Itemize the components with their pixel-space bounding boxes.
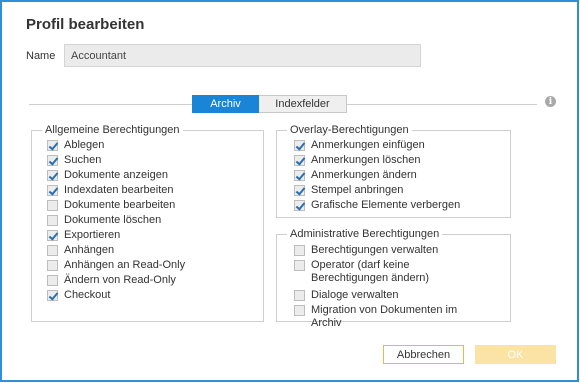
checkbox-row[interactable]: Ändern von Read-Only bbox=[47, 274, 257, 287]
tab-indexfelder[interactable]: Indexfelder bbox=[259, 95, 347, 113]
checkbox-unchecked[interactable] bbox=[47, 245, 58, 256]
name-label: Name bbox=[26, 50, 56, 62]
checkbox-checked[interactable] bbox=[47, 290, 58, 301]
cancel-button[interactable]: Abbrechen bbox=[383, 345, 464, 364]
checkbox-label: Dokumente anzeigen bbox=[64, 169, 168, 181]
checkbox-label: Dialoge verwalten bbox=[311, 289, 399, 301]
checkbox-row[interactable]: Berechtigungen verwalten bbox=[294, 244, 484, 257]
checkbox-label: Anhängen bbox=[64, 244, 115, 256]
name-input[interactable] bbox=[64, 44, 421, 67]
checkbox-row[interactable]: Dokumente löschen bbox=[47, 214, 257, 227]
checkbox-row[interactable]: Ablegen bbox=[47, 139, 257, 152]
checkbox-checked[interactable] bbox=[47, 185, 58, 196]
checkbox-checked[interactable] bbox=[47, 155, 58, 166]
checkbox-label: Grafische Elemente verbergen bbox=[311, 199, 461, 211]
checkbox-unchecked[interactable] bbox=[47, 275, 58, 286]
checkbox-checked[interactable] bbox=[47, 140, 58, 151]
checkbox-label: Anhängen an Read-Only bbox=[64, 259, 186, 271]
checkbox-label: Indexdaten bearbeiten bbox=[64, 184, 174, 196]
checkbox-row[interactable]: Anmerkungen einfügen bbox=[294, 139, 504, 152]
tab-archiv[interactable]: Archiv bbox=[192, 95, 259, 113]
checkbox-label: Checkout bbox=[64, 289, 111, 301]
checkbox-unchecked[interactable] bbox=[294, 305, 305, 316]
checkbox-checked[interactable] bbox=[294, 140, 305, 151]
checkbox-label: Anmerkungen ändern bbox=[311, 169, 417, 181]
ok-button[interactable]: OK bbox=[475, 345, 556, 364]
tab-bar: Archiv Indexfelder bbox=[192, 95, 347, 113]
checkbox-row[interactable]: Stempel anbringen bbox=[294, 184, 504, 197]
overlay-permissions-title: Overlay-Berechtigungen bbox=[287, 124, 412, 136]
checkbox-row[interactable]: Anhängen bbox=[47, 244, 257, 257]
checkbox-label: Anmerkungen löschen bbox=[311, 154, 421, 166]
checkbox-label: Exportieren bbox=[64, 229, 121, 241]
checkbox-checked[interactable] bbox=[294, 170, 305, 181]
checkbox-unchecked[interactable] bbox=[47, 215, 58, 226]
checkbox-row[interactable]: Anmerkungen ändern bbox=[294, 169, 504, 182]
checkbox-row[interactable]: Suchen bbox=[47, 154, 257, 167]
dialog-title: Profil bearbeiten bbox=[26, 16, 145, 33]
checkbox-label: Ändern von Read-Only bbox=[64, 274, 176, 286]
checkbox-row[interactable]: Anhängen an Read-Only bbox=[47, 259, 257, 272]
checkbox-checked[interactable] bbox=[47, 170, 58, 181]
checkbox-row[interactable]: Exportieren bbox=[47, 229, 257, 242]
checkbox-row[interactable]: Operator (darf keine Berechtigungen ände… bbox=[294, 259, 484, 285]
checkbox-checked[interactable] bbox=[294, 155, 305, 166]
checkbox-label: Ablegen bbox=[64, 139, 105, 151]
checkbox-label: Suchen bbox=[64, 154, 102, 166]
checkbox-label: Migration von Dokumenten im Archiv bbox=[311, 304, 458, 329]
checkbox-row[interactable]: Dokumente bearbeiten bbox=[47, 199, 257, 212]
checkbox-label: Dokumente bearbeiten bbox=[64, 199, 176, 211]
admin-permissions-title: Administrative Berechtigungen bbox=[287, 228, 443, 240]
checkbox-checked[interactable] bbox=[294, 185, 305, 196]
checkbox-row[interactable]: Migration von Dokumenten im Archiv bbox=[294, 304, 484, 330]
checkbox-label: Anmerkungen einfügen bbox=[311, 139, 425, 151]
checkbox-unchecked[interactable] bbox=[47, 200, 58, 211]
checkbox-label: Dokumente löschen bbox=[64, 214, 162, 226]
info-icon[interactable]: i bbox=[545, 96, 556, 107]
general-permissions-title: Allgemeine Berechtigungen bbox=[42, 124, 183, 136]
edit-profile-dialog: Profil bearbeiten Name Archiv Indexfelde… bbox=[0, 0, 579, 382]
checkbox-row[interactable]: Checkout bbox=[47, 289, 257, 302]
checkbox-unchecked[interactable] bbox=[47, 260, 58, 271]
checkbox-unchecked[interactable] bbox=[294, 290, 305, 301]
checkbox-unchecked[interactable] bbox=[294, 260, 305, 271]
checkbox-label: Operator (darf keine Berechtigungen ände… bbox=[311, 259, 430, 284]
checkbox-row[interactable]: Grafische Elemente verbergen bbox=[294, 199, 504, 212]
checkbox-label: Stempel anbringen bbox=[311, 184, 404, 196]
checkbox-row[interactable]: Indexdaten bearbeiten bbox=[47, 184, 257, 197]
checkbox-unchecked[interactable] bbox=[294, 245, 305, 256]
checkbox-checked[interactable] bbox=[294, 200, 305, 211]
checkbox-row[interactable]: Anmerkungen löschen bbox=[294, 154, 504, 167]
checkbox-checked[interactable] bbox=[47, 230, 58, 241]
checkbox-row[interactable]: Dialoge verwalten bbox=[294, 289, 484, 302]
checkbox-label: Berechtigungen verwalten bbox=[311, 244, 439, 256]
checkbox-row[interactable]: Dokumente anzeigen bbox=[47, 169, 257, 182]
